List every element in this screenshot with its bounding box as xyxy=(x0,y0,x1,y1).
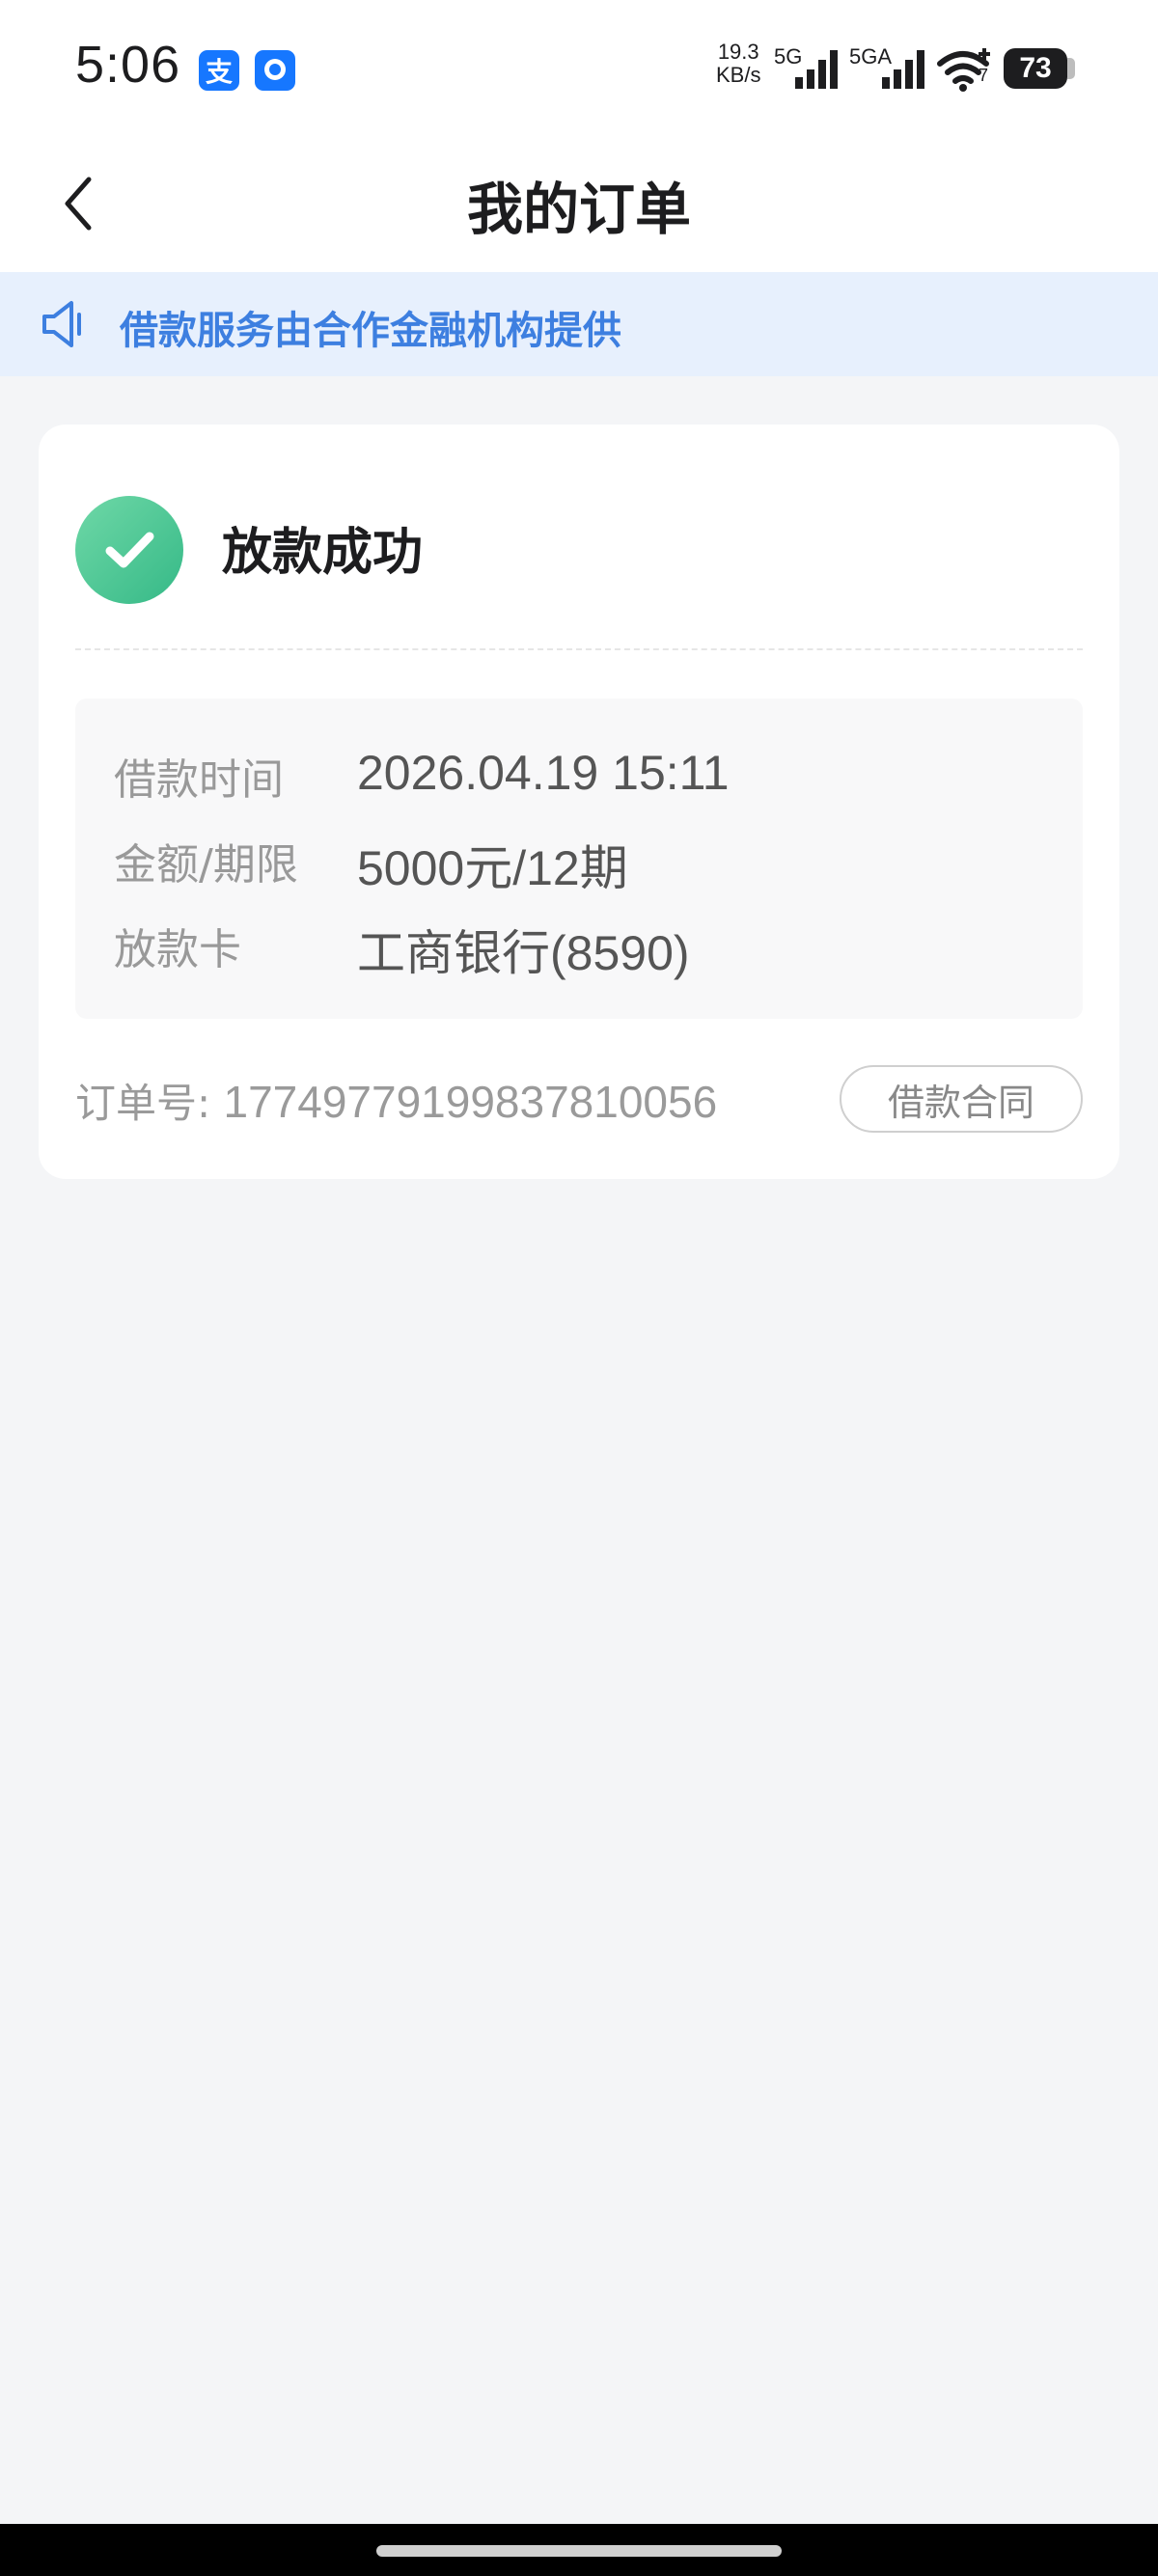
order-status: 放款成功 xyxy=(222,524,424,582)
detail-label: 放款卡 xyxy=(114,925,241,974)
navigation-bar: 我的订单 xyxy=(0,135,1158,272)
order-details: 借款时间 2026.04.19 15:11 金额/期限 5000元/12期 放款… xyxy=(75,699,1083,1019)
status-bar: 5:06 支 19.3 KB/s 5G 5GA 7 73 xyxy=(0,0,1158,135)
loan-contract-button[interactable]: 借款合同 xyxy=(840,1065,1083,1133)
detail-value: 2026.04.19 15:11 xyxy=(357,746,730,800)
detail-label: 金额/期限 xyxy=(114,840,298,890)
notice-bar: 借款服务由合作金融机构提供 xyxy=(0,272,1158,376)
detail-value: 工商银行(8590) xyxy=(357,926,690,980)
detail-label: 借款时间 xyxy=(114,755,284,805)
success-check-icon xyxy=(75,496,183,604)
order-number: 订单号: 1774977919983781005​6 xyxy=(75,1071,717,1130)
status-time: 5:06 xyxy=(75,36,181,94)
network-speed-value: 19.3 xyxy=(717,40,759,64)
detail-row-disbursement-card: 放款卡 工商银行(8590) xyxy=(75,915,1083,980)
alipay-icon: 支 xyxy=(199,50,239,91)
order-number-label: 订单号: xyxy=(75,1080,211,1127)
home-indicator[interactable] xyxy=(376,2545,782,2557)
network-speed: 19.3 KB/s xyxy=(716,41,760,87)
gesture-bar xyxy=(0,2524,1158,2576)
detail-value: 5000元/12期 xyxy=(357,841,628,895)
message-app-icon xyxy=(255,50,295,91)
dashed-divider xyxy=(75,648,1083,650)
battery-indicator: 73 xyxy=(1004,48,1067,89)
signal-2-icon xyxy=(882,50,924,89)
wifi-badge: 7 xyxy=(979,66,989,85)
battery-tip-icon xyxy=(1067,58,1075,79)
detail-row-loan-time: 借款时间 2026.04.19 15:11 xyxy=(75,745,1083,805)
speaker-icon xyxy=(42,301,81,347)
detail-row-amount-term: 金额/期限 5000元/12期 xyxy=(75,830,1083,895)
signal-1-icon xyxy=(795,50,838,89)
network-speed-unit: KB/s xyxy=(716,63,761,87)
notice-text: 借款服务由合作金融机构提供 xyxy=(120,309,621,353)
order-number-value: 1774977919983781005​6 xyxy=(223,1077,718,1127)
order-card[interactable]: 放款成功 借款时间 2026.04.19 15:11 金额/期限 5000元/1… xyxy=(39,425,1119,1179)
page-title: 我的订单 xyxy=(466,177,691,242)
